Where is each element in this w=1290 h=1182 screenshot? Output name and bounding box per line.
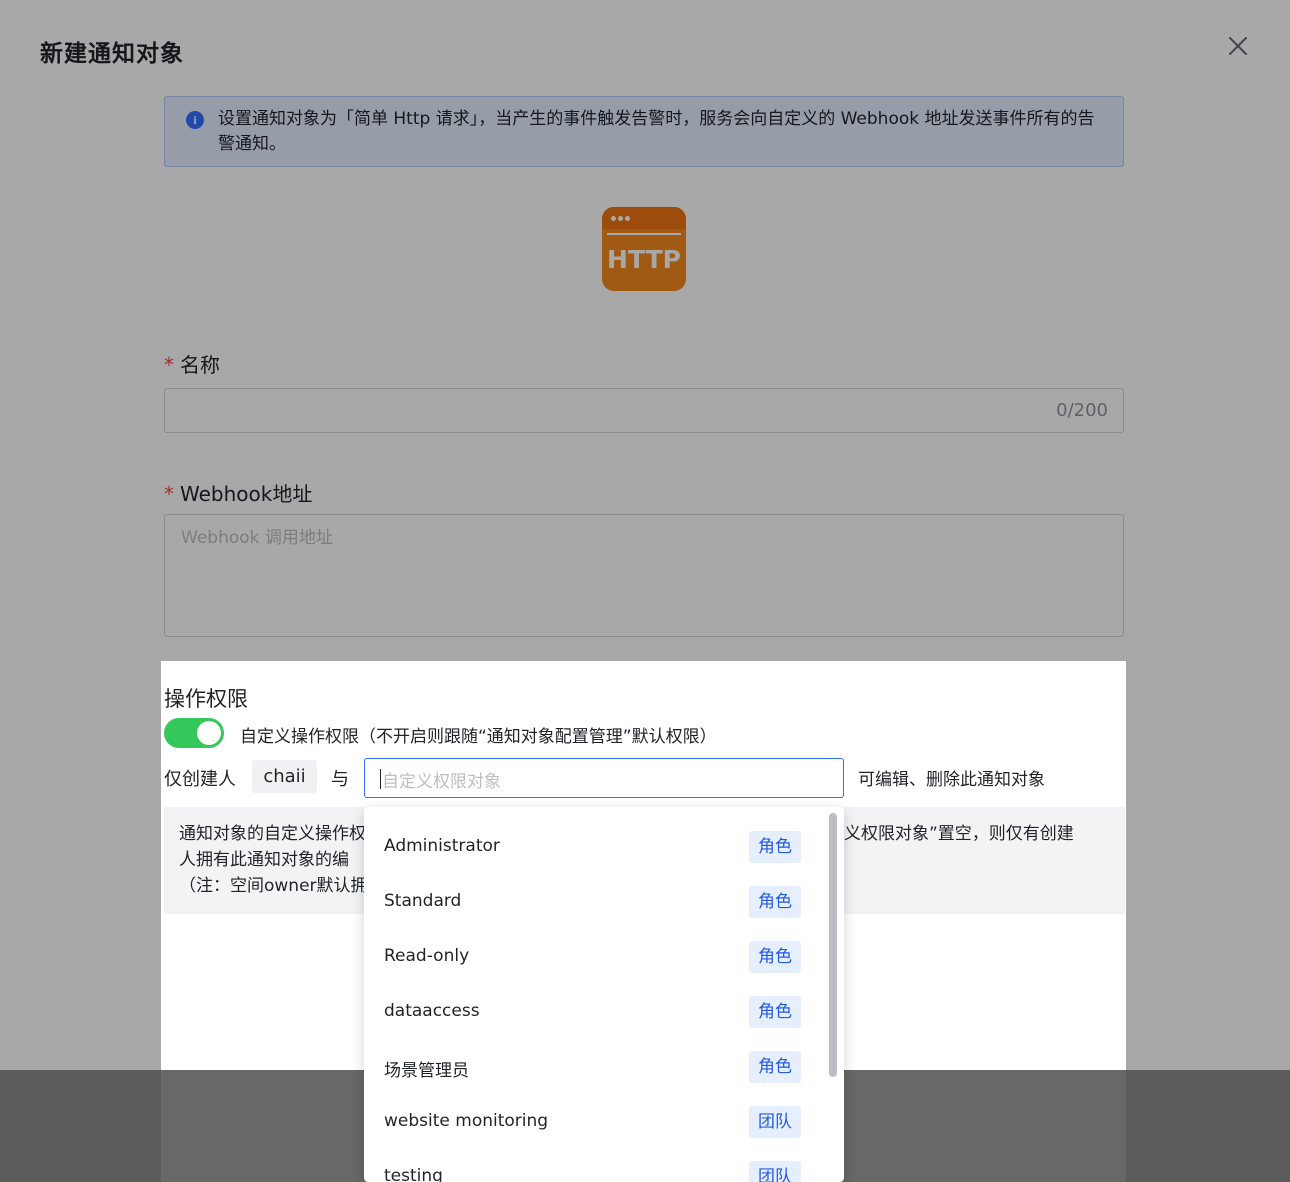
permission-select-placeholder: 自定义权限对象 [382, 772, 501, 792]
note-line-2: 人拥有此通知对象的编 [179, 850, 349, 870]
and-text: 与 [331, 769, 349, 790]
option-type-tag: 角色 [749, 831, 801, 863]
note-line-1-left: 通知对象的自定义操作权 [179, 824, 366, 844]
dropdown-scrollbar[interactable] [829, 813, 837, 1077]
option-type-tag: 角色 [749, 1051, 801, 1083]
option-name: Standard [384, 891, 462, 911]
option-name: Read-only [384, 946, 470, 966]
option-name: Administrator [384, 836, 500, 856]
option-name: 场景管理员 [384, 1061, 469, 1081]
dropdown-option[interactable]: Administrator 角色 [364, 814, 834, 869]
creator-only-label: 仅创建人 [164, 769, 236, 790]
dropdown-option[interactable]: 场景管理员 角色 [364, 1034, 834, 1089]
dropdown-option[interactable]: Read-only 角色 [364, 924, 834, 979]
option-name: dataaccess [384, 1001, 480, 1021]
creator-tag: chaii [252, 760, 317, 793]
note-line-1-right: 义权限对象”置空，则仅有创建 [844, 824, 1074, 844]
dropdown-option[interactable]: website monitoring 团队 [364, 1089, 834, 1144]
dropdown-option[interactable]: Standard 角色 [364, 869, 834, 924]
option-type-tag: 角色 [749, 996, 801, 1028]
permission-target-select[interactable]: 自定义权限对象 [364, 758, 844, 798]
option-type-tag: 角色 [749, 886, 801, 918]
option-type-tag: 团队 [749, 1106, 801, 1138]
dropdown-option[interactable]: dataaccess 角色 [364, 979, 834, 1034]
permission-dropdown: Administrator 角色 Standard 角色 Read-only 角… [364, 807, 844, 1182]
dropdown-option[interactable]: testing 团队 [364, 1144, 834, 1182]
option-name: website monitoring [384, 1111, 549, 1131]
option-name: testing [384, 1166, 443, 1182]
note-line-3: （注：空间owner默认拥 [179, 876, 368, 896]
editable-text: 可编辑、删除此通知对象 [858, 770, 1045, 790]
custom-permission-switch[interactable] [164, 718, 224, 748]
option-type-tag: 团队 [749, 1161, 801, 1182]
custom-permission-label: 自定义操作权限（不开启则跟随“通知对象配置管理”默认权限） [240, 727, 717, 747]
option-type-tag: 角色 [749, 941, 801, 973]
permissions-title: 操作权限 [164, 687, 248, 711]
